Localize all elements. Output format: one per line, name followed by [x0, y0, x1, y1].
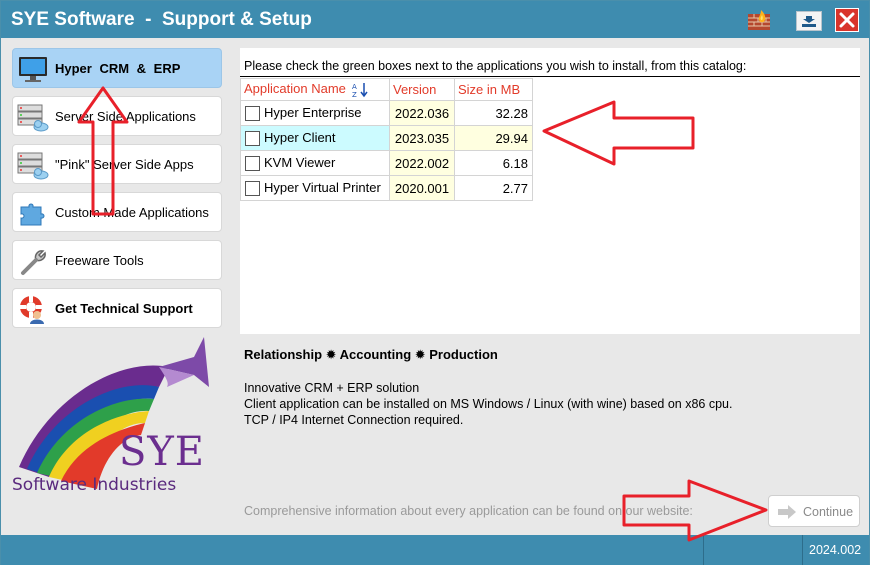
app-size: 32.28: [454, 100, 533, 126]
app-version-label: 2024.002: [809, 543, 862, 557]
description-line: TCP / IP4 Internet Connection required.: [244, 413, 464, 427]
column-header-version[interactable]: Version: [389, 78, 455, 101]
server-cloud-icon: [17, 152, 49, 180]
website-info-text: Comprehensive information about every ap…: [244, 504, 693, 518]
monitor-icon: [19, 57, 47, 82]
lifebuoy-support-icon: [20, 296, 44, 324]
app-name: Hyper Enterprise: [264, 105, 362, 121]
column-header-application-name[interactable]: Application Name A Z: [240, 78, 390, 101]
sidebar-item-server-side-apps[interactable]: Server Side Applications: [12, 96, 222, 136]
description-text: Innovative CRM + ERP solution Client app…: [244, 380, 732, 428]
sidebar-item-label: Hyper CRM & ERP: [55, 61, 181, 76]
catalog-instruction: Please check the green boxes next to the…: [244, 59, 747, 73]
continue-label: Continue: [803, 505, 854, 519]
sidebar-item-custom-made-apps[interactable]: Custom Made Applications: [12, 192, 222, 232]
app-size: 29.94: [454, 125, 533, 151]
svg-text:Z: Z: [352, 91, 357, 98]
install-checkbox[interactable]: [245, 155, 260, 171]
firewall-icon[interactable]: [747, 8, 771, 32]
window-title: SYE Software - Support & Setup: [11, 9, 312, 30]
app-size: 6.18: [454, 150, 533, 176]
sidebar-item-label: Get Technical Support: [55, 301, 193, 316]
minimize-button[interactable]: [796, 11, 822, 31]
install-checkbox[interactable]: [245, 130, 260, 146]
catalog-panel: Please check the green boxes next to the…: [240, 48, 860, 334]
close-button[interactable]: [835, 8, 859, 32]
install-checkbox[interactable]: [245, 105, 260, 121]
sidebar-item-hyper-crm-erp[interactable]: Hyper CRM & ERP: [12, 48, 222, 88]
sidebar-item-pink-server-side-apps[interactable]: "Pink" Server Side Apps: [12, 144, 222, 184]
install-checkbox[interactable]: [245, 180, 260, 196]
app-name: Hyper Virtual Printer: [264, 180, 381, 196]
app-window: SYE Software - Support & Setup Hyper CRM…: [0, 0, 870, 565]
app-name: KVM Viewer: [264, 155, 336, 171]
application-table: Application Name A Z Version Size in MB …: [240, 78, 533, 201]
app-version: 2023.035: [389, 125, 455, 151]
sidebar-item-label: Freeware Tools: [55, 253, 144, 268]
divider: [240, 76, 860, 77]
sidebar-item-label: Server Side Applications: [55, 109, 196, 124]
minimize-icon: [802, 16, 816, 27]
table-row[interactable]: Hyper Virtual Printer 2020.001 2.77: [240, 175, 533, 201]
table-row[interactable]: Hyper Client 2023.035 29.94: [240, 125, 533, 151]
app-name: Hyper Client: [264, 130, 336, 146]
status-bar: 2024.002: [1, 535, 869, 565]
continue-button[interactable]: Continue: [768, 495, 860, 527]
close-icon: [839, 12, 855, 28]
table-row[interactable]: Hyper Enterprise 2022.036 32.28: [240, 100, 533, 126]
sidebar-item-label: "Pink" Server Side Apps: [55, 157, 194, 172]
app-version: 2020.001: [389, 175, 455, 201]
app-version: 2022.036: [389, 100, 455, 126]
title-bar: SYE Software - Support & Setup: [1, 1, 869, 38]
wrench-icon: [21, 250, 46, 275]
sort-az-icon: A Z: [352, 82, 368, 98]
column-header-size[interactable]: Size in MB: [454, 78, 533, 101]
app-size: 2.77: [454, 175, 533, 201]
description-title: Relationship ✹ Accounting ✹ Production: [244, 347, 498, 362]
sidebar-item-label: Custom Made Applications: [55, 205, 209, 220]
logo-wordmark: SYE: [119, 429, 206, 475]
svg-text:A: A: [352, 83, 357, 91]
logo-subtitle: Software Industries: [12, 475, 177, 495]
description-line: Innovative CRM + ERP solution: [244, 381, 420, 395]
app-version: 2022.002: [389, 150, 455, 176]
sidebar-item-technical-support[interactable]: Get Technical Support: [12, 288, 222, 328]
description-line: Client application can be installed on M…: [244, 397, 733, 411]
arrow-right-icon: [778, 505, 796, 519]
server-cloud-icon: [17, 104, 49, 132]
sidebar-item-freeware-tools[interactable]: Freeware Tools: [12, 240, 222, 280]
table-row[interactable]: KVM Viewer 2022.002 6.18: [240, 150, 533, 176]
puzzle-icon: [20, 203, 45, 226]
